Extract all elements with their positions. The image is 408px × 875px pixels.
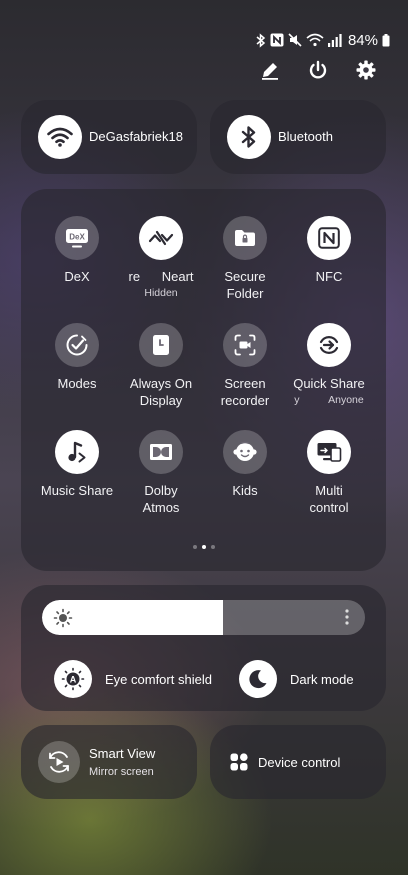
display-panel: A Eye comfort shield Dark mode — [21, 585, 386, 711]
battery-icon — [382, 33, 390, 47]
dark-mode-label: Dark mode — [290, 671, 354, 687]
mute-icon — [288, 33, 302, 47]
tile-label: Secure Folder — [224, 269, 266, 301]
edit-icon — [262, 63, 278, 80]
multi-control-toggle[interactable] — [307, 430, 351, 474]
nearby-share-icon — [148, 230, 174, 246]
dark-mode-toggle[interactable]: Dark mode — [239, 660, 354, 698]
device-control-tile[interactable]: Device control — [210, 725, 386, 799]
kids-icon — [233, 441, 257, 461]
dolby-atmos-toggle[interactable] — [139, 430, 183, 474]
secure-folder-icon — [235, 230, 255, 246]
more-options-icon[interactable] — [345, 609, 349, 630]
page-dot[interactable] — [210, 545, 215, 549]
page-dot-active[interactable] — [201, 545, 206, 549]
wifi-toggle[interactable] — [38, 115, 82, 159]
power-button[interactable] — [306, 58, 330, 82]
wifi-icon — [306, 33, 324, 47]
tile-music-share[interactable]: Music Share — [32, 430, 122, 499]
always-on-display-icon — [153, 335, 169, 355]
nfc-icon — [270, 33, 284, 47]
quick-settings-panel: DeX DeX re Neart Hidden Secure Folder NF… — [21, 189, 386, 571]
eye-comfort-icon: A — [54, 660, 92, 698]
brightness-icon — [53, 608, 73, 633]
tile-sublabel: Hidden — [144, 287, 178, 299]
quick-share-toggle[interactable] — [307, 323, 351, 367]
smart-view-title: Smart View — [89, 746, 156, 761]
device-control-icon — [230, 753, 248, 776]
dark-mode-icon — [239, 660, 277, 698]
tile-label: re Neart — [128, 269, 194, 284]
settings-button[interactable] — [354, 58, 378, 82]
music-share-icon — [68, 441, 86, 463]
tile-label: Modes — [57, 376, 97, 391]
tile-label: NFC — [315, 269, 343, 284]
tile-dex[interactable]: DeX DeX — [32, 216, 122, 285]
svg-text:DeX: DeX — [69, 233, 85, 242]
tile-quick-share[interactable]: Quick Share y Anyone — [284, 323, 374, 406]
tile-label: Quick Share — [293, 376, 365, 391]
tile-label: Kids — [232, 483, 258, 498]
tile-label: Music Share — [40, 483, 114, 498]
edit-button[interactable] — [258, 58, 282, 82]
nearby-toggle[interactable] — [139, 216, 183, 260]
page-indicator — [21, 545, 386, 549]
screen-recorder-toggle[interactable] — [223, 323, 267, 367]
tile-label: Always On Display — [129, 376, 193, 408]
smart-view-subtitle: Mirror screen — [89, 766, 154, 778]
wifi-network-name: DeGasfabriek18 — [89, 129, 183, 144]
brightness-slider[interactable] — [42, 600, 365, 635]
tile-dolby-atmos[interactable]: Dolby Atmos — [116, 430, 206, 516]
eye-comfort-shield-toggle[interactable]: A Eye comfort shield — [54, 660, 212, 698]
bluetooth-tile[interactable]: Bluetooth — [210, 100, 386, 174]
multi-control-icon — [317, 443, 342, 462]
secure-folder-toggle[interactable] — [223, 216, 267, 260]
screen-recorder-icon — [234, 334, 256, 356]
eye-comfort-label: Eye comfort shield — [105, 671, 212, 687]
tile-sublabel: y Anyone — [294, 394, 364, 406]
tile-screen-recorder[interactable]: Screen recorder — [200, 323, 290, 409]
tile-modes[interactable]: Modes — [32, 323, 122, 392]
page-dot[interactable] — [192, 545, 197, 549]
music-share-toggle[interactable] — [55, 430, 99, 474]
wifi-tile[interactable]: DeGasfabriek18 — [21, 100, 197, 174]
modes-toggle[interactable] — [55, 323, 99, 367]
nfc-icon — [318, 227, 340, 249]
tile-secure-folder[interactable]: Secure Folder — [200, 216, 290, 302]
bluetooth-icon — [241, 126, 256, 148]
power-icon — [309, 60, 327, 79]
tile-label: Dolby Atmos — [142, 483, 180, 515]
dex-icon: DeX — [66, 229, 88, 248]
smart-view-icon — [38, 741, 80, 783]
svg-text:A: A — [70, 675, 77, 685]
tile-label: Multi control — [309, 483, 349, 515]
bluetooth-icon — [256, 32, 266, 48]
tile-nearby[interactable]: re Neart Hidden — [116, 216, 206, 299]
nfc-toggle[interactable] — [307, 216, 351, 260]
signal-icon — [327, 33, 342, 47]
tile-nfc[interactable]: NFC — [284, 216, 374, 285]
battery-percent: 84% — [347, 31, 378, 49]
always-on-display-toggle[interactable] — [139, 323, 183, 367]
kids-toggle[interactable] — [223, 430, 267, 474]
dex-toggle[interactable]: DeX — [55, 216, 99, 260]
device-control-label: Device control — [258, 755, 341, 770]
top-actions — [258, 58, 378, 82]
settings-icon — [356, 60, 376, 80]
wifi-icon — [47, 127, 73, 147]
tile-multi-control[interactable]: Multi control — [284, 430, 374, 516]
bluetooth-label: Bluetooth — [278, 129, 333, 144]
smart-view-tile[interactable]: Smart View Mirror screen — [21, 725, 197, 799]
tile-always-on-display[interactable]: Always On Display — [116, 323, 206, 409]
bluetooth-toggle[interactable] — [227, 115, 271, 159]
dolby-icon — [150, 444, 172, 460]
modes-icon — [66, 334, 88, 356]
tile-kids[interactable]: Kids — [200, 430, 290, 499]
tile-label: Screen recorder — [220, 376, 270, 408]
quick-share-icon — [319, 336, 339, 354]
status-bar: 84% — [256, 30, 390, 50]
tile-label: DeX — [64, 269, 90, 284]
